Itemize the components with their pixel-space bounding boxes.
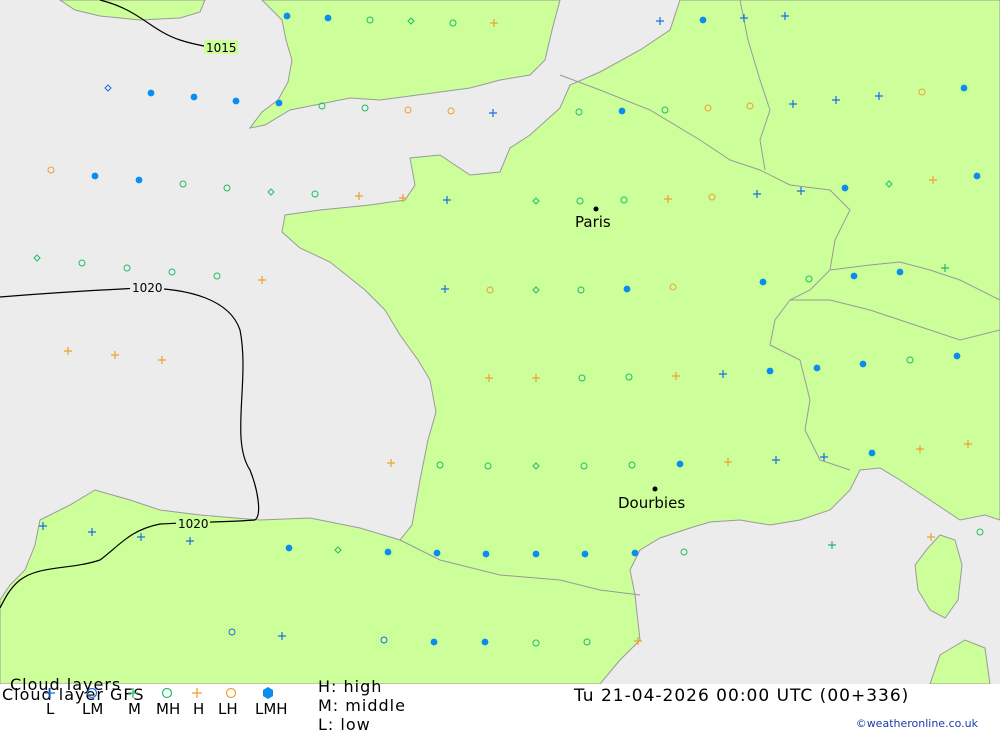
key-middle: M: middle	[318, 696, 406, 715]
legend-icon-plus	[128, 688, 138, 698]
legend-label: LH	[218, 700, 238, 718]
cloud-symbol-lmh	[275, 99, 283, 107]
key-high: H: high	[318, 677, 383, 696]
cloud-symbol-lmh	[868, 449, 876, 457]
cloud-symbol-lmh	[631, 549, 639, 557]
cloud-symbol-lmh	[581, 550, 589, 558]
chart-title: Cloud layer GFS	[2, 685, 145, 704]
cloud-symbol-lmh	[283, 12, 291, 20]
cloud-symbol-lmh	[91, 172, 99, 180]
cloud-symbol-lmh	[532, 550, 540, 558]
cloud-symbol-lmh	[896, 268, 904, 276]
cloud-symbol-lmh	[232, 97, 240, 105]
isobar-label-1020-north: 1020	[132, 281, 163, 295]
cloud-symbol-lmh	[481, 638, 489, 646]
cloud-symbol-lmh	[850, 272, 858, 280]
city-dot-dourbies	[652, 486, 658, 492]
cloud-symbol-lmh	[676, 460, 684, 468]
cloud-symbol-lmh	[953, 352, 961, 360]
cloud-symbol-lmh	[430, 638, 438, 646]
cloud-symbol-lmh	[147, 89, 155, 97]
city-label-paris: Paris	[575, 213, 611, 231]
legend-label: LMH	[255, 700, 288, 718]
legend-label: LM	[82, 700, 104, 718]
cloud-symbol-lmh	[841, 184, 849, 192]
legend-label: M	[128, 700, 141, 718]
legend-label: L	[46, 700, 55, 718]
legend-icon-hexagon	[263, 687, 273, 699]
cloud-symbol-lmh	[623, 285, 631, 293]
isobar-label-1020-south: 1020	[178, 517, 209, 531]
legend-label: MH	[156, 700, 181, 718]
legend-icon-plus	[45, 688, 55, 698]
cloud-symbol-lmh	[384, 548, 392, 556]
cloud-symbol-lmh	[960, 84, 968, 92]
legend-label: H	[193, 700, 205, 718]
key-low: L: low	[318, 715, 371, 734]
cloud-symbol-lmh	[135, 176, 143, 184]
cloud-symbol-lmh	[190, 93, 198, 101]
isobar-label-1015: 1015	[206, 41, 237, 55]
city-label-dourbies: Dourbies	[618, 494, 685, 512]
legend-icon-plus	[192, 688, 202, 698]
credit-link[interactable]: ©weatheronline.co.uk	[856, 717, 978, 730]
cloud-symbol-lmh	[285, 544, 293, 552]
weather-map: 1015 1020 1020 Paris Dourbies	[0, 0, 1000, 684]
forecast-datetime: Tu 21-04-2026 00:00 UTC (00+336)	[574, 686, 910, 706]
cloud-symbol-lmh	[766, 367, 774, 375]
legend-icon-circle	[86, 687, 98, 699]
cloud-symbol-lmh	[324, 14, 332, 22]
cloud-symbol-lmh	[813, 364, 821, 372]
city-dot-paris	[593, 206, 599, 212]
cloud-symbol-lmh	[759, 278, 767, 286]
cloud-symbol-lmh	[433, 549, 441, 557]
cloud-symbol-lmh	[482, 550, 490, 558]
cloud-symbol-lmh	[973, 172, 981, 180]
map-footer: Cloud layers Cloud layer GFS L LM M MH H LH LM…	[0, 676, 1000, 734]
cloud-symbol-lmh	[699, 16, 707, 24]
cloud-symbol-lmh	[618, 107, 626, 115]
cloud-symbol-lmh	[859, 360, 867, 368]
legend-icon-circle	[161, 687, 173, 699]
legend-icon-circle	[225, 687, 237, 699]
